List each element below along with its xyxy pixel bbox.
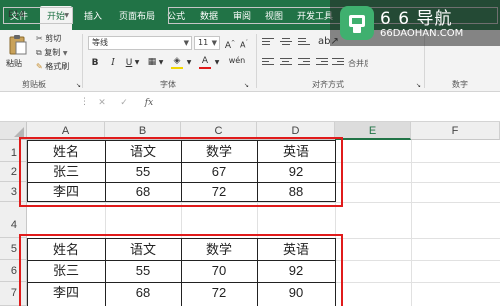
scissors-icon: ✂ (36, 34, 43, 43)
grip-icon: ⋮ (80, 97, 89, 107)
cut-label: 剪切 (45, 34, 62, 43)
highlight-box-table-2 (19, 234, 343, 306)
number-group-label: 数字 (452, 80, 468, 89)
align-right-icon[interactable] (298, 58, 310, 68)
cut-button[interactable]: ✂ 剪切 (36, 33, 61, 44)
tab-page-layout[interactable]: 页面布局 (112, 6, 162, 30)
column-header-f[interactable]: F (411, 122, 500, 140)
paste-label: 粘贴 (6, 59, 22, 68)
align-center-icon[interactable] (280, 58, 292, 68)
enter-icon[interactable]: ✓ (118, 97, 130, 109)
font-group-label: 字体 (160, 80, 176, 89)
font-name-value: 等线 (92, 38, 108, 47)
row-header-4[interactable]: 4 (0, 202, 27, 238)
paste-button[interactable]: 粘贴 (6, 34, 30, 70)
merge-center-button[interactable]: 合并后居中 (348, 58, 368, 69)
ribbon-divider (256, 34, 257, 88)
watermark-subtitle: 66DAOHAN.COM (380, 28, 464, 39)
clipboard-launcher-icon[interactable]: ↘ (76, 80, 81, 92)
align-bottom-icon[interactable] (298, 38, 310, 48)
align-left-icon[interactable] (262, 58, 274, 68)
name-box[interactable]: E14 ▼ (3, 7, 73, 24)
font-color-icon[interactable]: A (198, 55, 212, 69)
copy-icon: ⧉ (36, 48, 42, 57)
column-header-e[interactable]: E (335, 122, 411, 140)
brush-icon: ✎ (36, 62, 43, 71)
name-box-value: E14 (8, 10, 26, 20)
ribbon-divider (82, 34, 83, 88)
chevron-down-icon[interactable]: ▼ (214, 57, 220, 69)
chevron-down-icon[interactable]: ▼ (186, 57, 192, 69)
clipboard-group-label: 剪贴板 (22, 80, 46, 89)
font-name-select[interactable]: 等线 ▼ (88, 36, 192, 50)
font-size-select[interactable]: 11 ▼ (194, 36, 220, 50)
align-top-icon[interactable] (262, 38, 274, 48)
decrease-indent-icon[interactable] (316, 58, 328, 68)
insert-function-icon[interactable]: fx (142, 97, 156, 109)
underline-button[interactable]: U (124, 57, 134, 69)
copy-label: 复制 (44, 48, 61, 57)
chevron-down-icon: ▼ (62, 50, 68, 57)
format-painter-button[interactable]: ✎ 格式刷 (36, 61, 69, 72)
format-painter-label: 格式刷 (45, 62, 70, 71)
highlight-box-table-1 (19, 137, 343, 207)
copy-button[interactable]: ⧉ 复制 ▼ (36, 47, 67, 58)
decrease-font-icon[interactable]: Aˇ (238, 37, 250, 52)
watermark-logo-icon (340, 6, 374, 40)
alignment-group-label: 对齐方式 (312, 80, 344, 89)
chevron-down-icon: ▼ (183, 39, 189, 47)
align-middle-icon[interactable] (280, 38, 292, 48)
paste-icon (9, 35, 27, 55)
formula-bar (0, 92, 500, 122)
watermark: 6 6 导航 66DAOHAN.COM (330, 0, 500, 46)
chevron-down-icon: ▼ (211, 39, 217, 47)
chevron-down-icon[interactable]: ▼ (158, 57, 164, 69)
chevron-down-icon: ▼ (64, 12, 69, 19)
italic-button[interactable]: I (108, 57, 118, 69)
increase-indent-icon[interactable] (332, 58, 344, 68)
alignment-launcher-icon[interactable]: ↘ (416, 80, 421, 92)
increase-font-icon[interactable]: A^ (224, 37, 236, 52)
phonetic-icon[interactable]: wén (228, 55, 246, 67)
merge-center-label: 合并后居中 (348, 59, 368, 68)
tab-insert[interactable]: 插入 (78, 6, 108, 30)
chevron-down-icon[interactable]: ▼ (134, 57, 140, 69)
cancel-icon[interactable]: ✕ (96, 97, 108, 109)
fill-color-icon[interactable]: ◈ (170, 55, 184, 69)
borders-icon[interactable]: ▦ (146, 56, 158, 68)
bold-button[interactable]: B (90, 57, 100, 69)
font-launcher-icon[interactable]: ↘ (244, 80, 249, 92)
font-size-value: 11 (198, 38, 209, 47)
select-all-icon (14, 127, 24, 137)
gridline (411, 140, 412, 306)
watermark-title: 6 6 导航 (380, 9, 453, 29)
